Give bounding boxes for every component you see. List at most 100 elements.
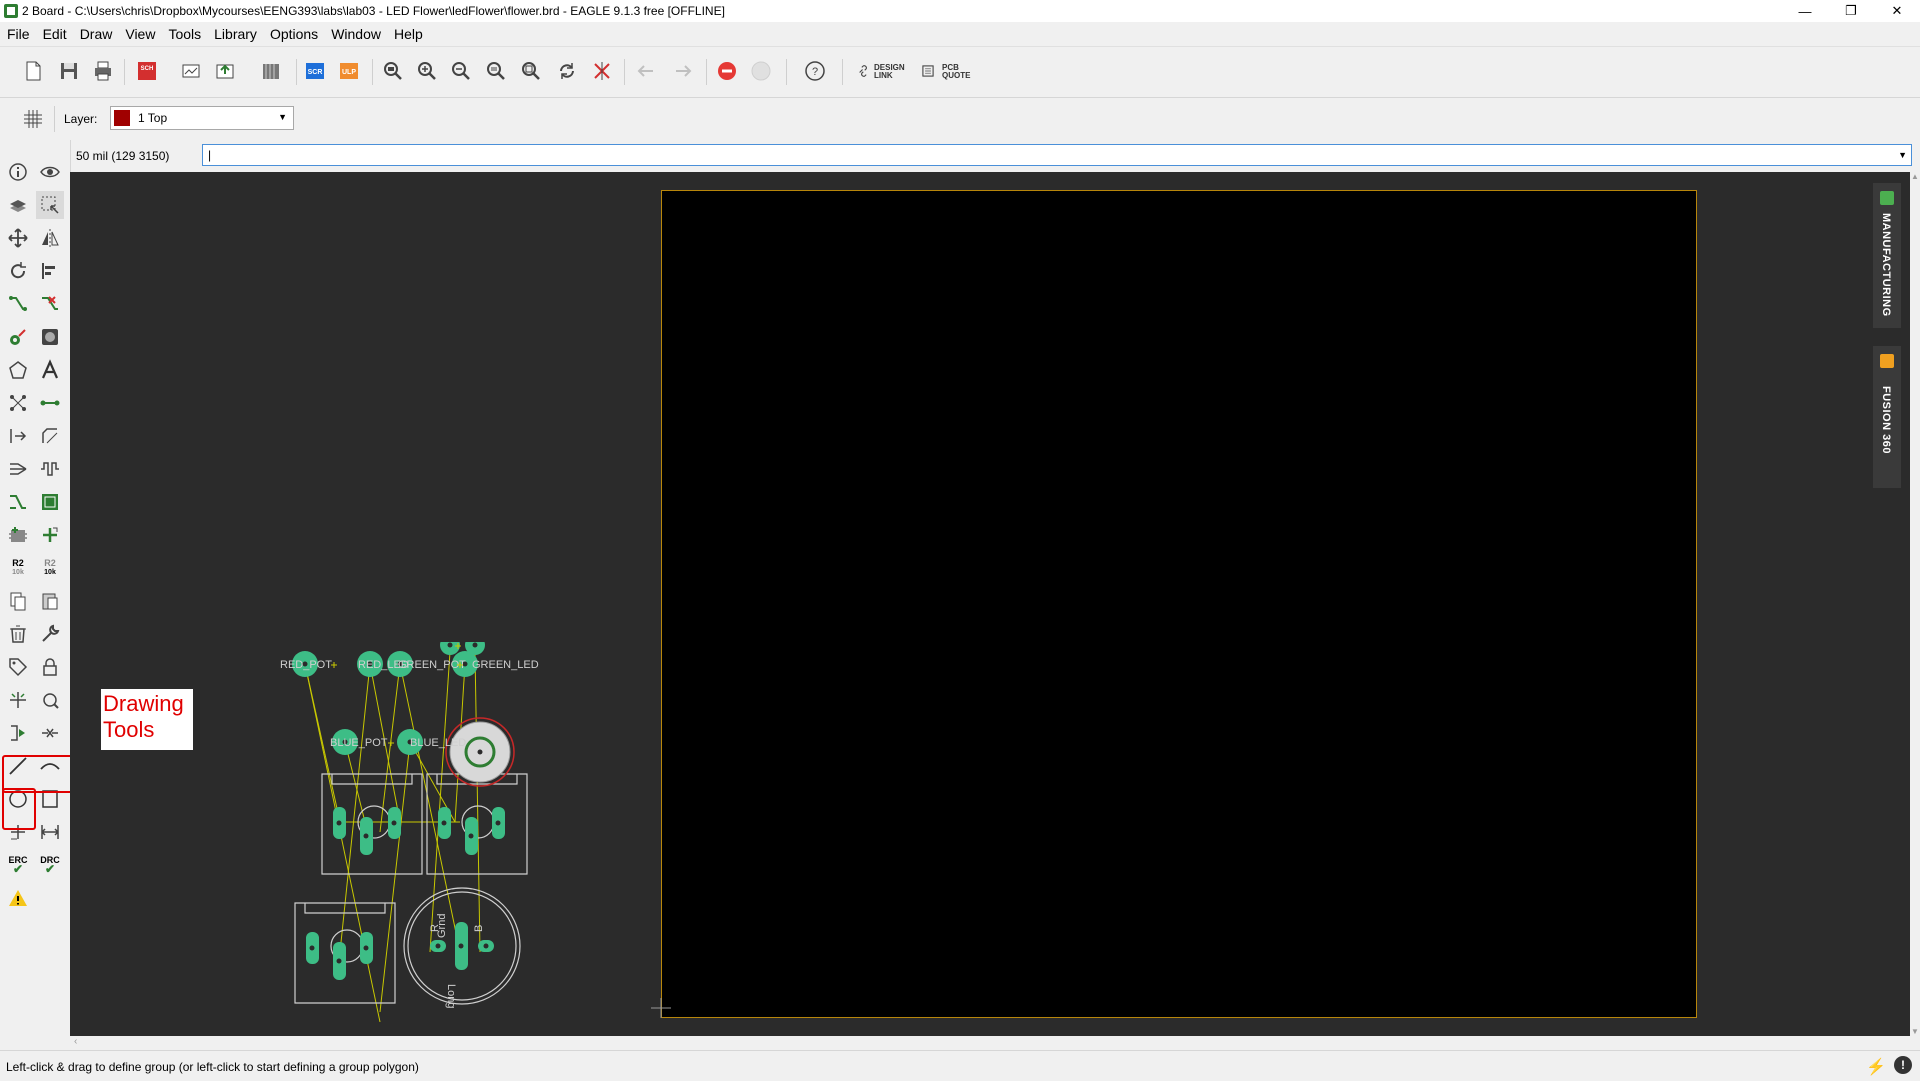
- minimize-button[interactable]: —: [1782, 0, 1828, 22]
- text-icon[interactable]: [36, 356, 64, 384]
- copy-icon[interactable]: [4, 587, 32, 615]
- board-parts-layer[interactable]: RED_POT RED_LED GREEN_POT GREEN_LED BLUE…: [270, 642, 690, 1022]
- redo-icon[interactable]: [669, 58, 695, 84]
- cam-processor-icon[interactable]: [178, 58, 204, 84]
- design-link-button[interactable]: DESIGN LINK: [874, 64, 905, 80]
- scroll-left-arrow-icon[interactable]: ‹: [74, 1036, 77, 1047]
- switch-schematic-icon[interactable]: SCH: [134, 58, 160, 84]
- undo-icon[interactable]: [634, 58, 660, 84]
- menu-edit[interactable]: Edit: [36, 26, 73, 42]
- label-blue-led: BLUE_LED: [410, 737, 466, 749]
- layer-select[interactable]: 1 Top ▼: [110, 106, 294, 130]
- redraw-icon[interactable]: [554, 58, 580, 84]
- menu-draw[interactable]: Draw: [73, 26, 119, 42]
- via-route-icon[interactable]: [4, 323, 32, 351]
- replace-icon[interactable]: [36, 521, 64, 549]
- scroll-down-arrow-icon[interactable]: ▼: [1911, 1027, 1919, 1036]
- grid-icon[interactable]: [20, 106, 46, 132]
- polygon-icon[interactable]: [4, 356, 32, 384]
- ripup-icon[interactable]: [36, 290, 64, 318]
- ratsnest-icon[interactable]: [589, 58, 615, 84]
- design-link-icon[interactable]: [856, 58, 872, 84]
- library-manager-icon[interactable]: [258, 58, 284, 84]
- menu-tools[interactable]: Tools: [161, 26, 207, 42]
- zoom-fit-icon[interactable]: [380, 58, 406, 84]
- pinswap-icon[interactable]: [36, 719, 64, 747]
- drc-check-icon: ✔: [44, 862, 56, 876]
- menu-window[interactable]: Window: [324, 26, 387, 42]
- close-button[interactable]: ✕: [1874, 0, 1920, 22]
- zoom-in-icon[interactable]: [414, 58, 440, 84]
- meander-icon[interactable]: [36, 455, 64, 483]
- paste-icon[interactable]: [36, 587, 64, 615]
- new-file-icon[interactable]: [20, 58, 46, 84]
- dimension-icon[interactable]: [36, 818, 64, 846]
- move-icon[interactable]: [4, 224, 32, 252]
- command-history-arrow-icon[interactable]: ▼: [1898, 145, 1907, 165]
- smash-icon[interactable]: [4, 686, 32, 714]
- show-eye-icon[interactable]: [36, 158, 64, 186]
- info-icon[interactable]: [4, 158, 32, 186]
- scroll-up-arrow-icon[interactable]: ▲: [1911, 172, 1919, 181]
- zoom-previous-icon[interactable]: [483, 58, 509, 84]
- restore-button[interactable]: ❐: [1828, 0, 1874, 22]
- delete-icon[interactable]: [4, 620, 32, 648]
- vertical-scrollbar[interactable]: ▲ ▼: [1910, 172, 1920, 1036]
- manufacturing-tab[interactable]: MANUFACTURING: [1873, 183, 1901, 328]
- add-part-icon[interactable]: [4, 521, 32, 549]
- menu-help[interactable]: Help: [387, 26, 429, 42]
- go-icon[interactable]: [748, 58, 774, 84]
- toolbar-separator: [706, 59, 707, 85]
- command-input[interactable]: | ▼: [202, 144, 1912, 166]
- menu-view[interactable]: View: [118, 26, 161, 42]
- board-canvas[interactable]: RED_POT RED_LED GREEN_POT GREEN_LED BLUE…: [70, 172, 1910, 1036]
- ulp-icon[interactable]: ULP: [336, 58, 362, 84]
- help-icon[interactable]: ?: [802, 58, 828, 84]
- split-icon[interactable]: [4, 455, 32, 483]
- menu-options[interactable]: Options: [263, 26, 324, 42]
- zoom-select-icon[interactable]: [518, 58, 544, 84]
- miter-icon[interactable]: [36, 422, 64, 450]
- route-icon[interactable]: [4, 290, 32, 318]
- align-icon[interactable]: [36, 257, 64, 285]
- lightning-icon[interactable]: ⚡: [1866, 1057, 1886, 1077]
- change-wrench-icon[interactable]: [36, 620, 64, 648]
- menu-file[interactable]: File: [0, 26, 36, 42]
- alert-icon[interactable]: !: [1894, 1056, 1912, 1074]
- optimize-icon[interactable]: [4, 422, 32, 450]
- warning-icon[interactable]: [4, 884, 32, 912]
- script-icon[interactable]: SCR: [302, 58, 328, 84]
- mirror-icon[interactable]: [36, 224, 64, 252]
- ratsnest-board-icon[interactable]: [36, 488, 64, 516]
- value-tool-icon[interactable]: R2 10k: [36, 554, 64, 582]
- lock-icon[interactable]: [36, 653, 64, 681]
- gateswap-icon[interactable]: [4, 719, 32, 747]
- name-tool-icon[interactable]: R2 10k: [4, 554, 32, 582]
- stop-icon[interactable]: [714, 58, 740, 84]
- layer-label: Layer:: [64, 112, 98, 126]
- swap-icon[interactable]: [36, 686, 64, 714]
- toolbar-separator: [624, 59, 625, 85]
- erc-icon[interactable]: ERC ✔: [4, 851, 32, 879]
- horizontal-scrollbar[interactable]: ‹: [70, 1036, 1920, 1050]
- autorouter-icon[interactable]: [4, 488, 32, 516]
- name-tool-label: R2: [12, 558, 24, 568]
- wire-icon[interactable]: [36, 389, 64, 417]
- rotate-icon[interactable]: [4, 257, 32, 285]
- signal-icon[interactable]: [4, 389, 32, 417]
- group-select-icon[interactable]: [36, 191, 64, 219]
- drc-icon[interactable]: DRC ✔: [36, 851, 64, 879]
- via-icon[interactable]: [36, 323, 64, 351]
- export-icon[interactable]: [212, 58, 238, 84]
- zoom-out-icon[interactable]: [448, 58, 474, 84]
- layers-icon[interactable]: [4, 191, 32, 219]
- scr-text: SCR: [308, 69, 323, 76]
- board-outline[interactable]: [661, 190, 1697, 1018]
- save-icon[interactable]: [56, 58, 82, 84]
- print-icon[interactable]: [90, 58, 116, 84]
- pcb-quote-button[interactable]: PCB QUOTE: [942, 64, 970, 80]
- menu-library[interactable]: Library: [207, 26, 263, 42]
- fusion-360-tab[interactable]: FUSION 360: [1873, 346, 1901, 488]
- attribute-tag-icon[interactable]: [4, 653, 32, 681]
- pcb-quote-icon[interactable]: [920, 58, 936, 84]
